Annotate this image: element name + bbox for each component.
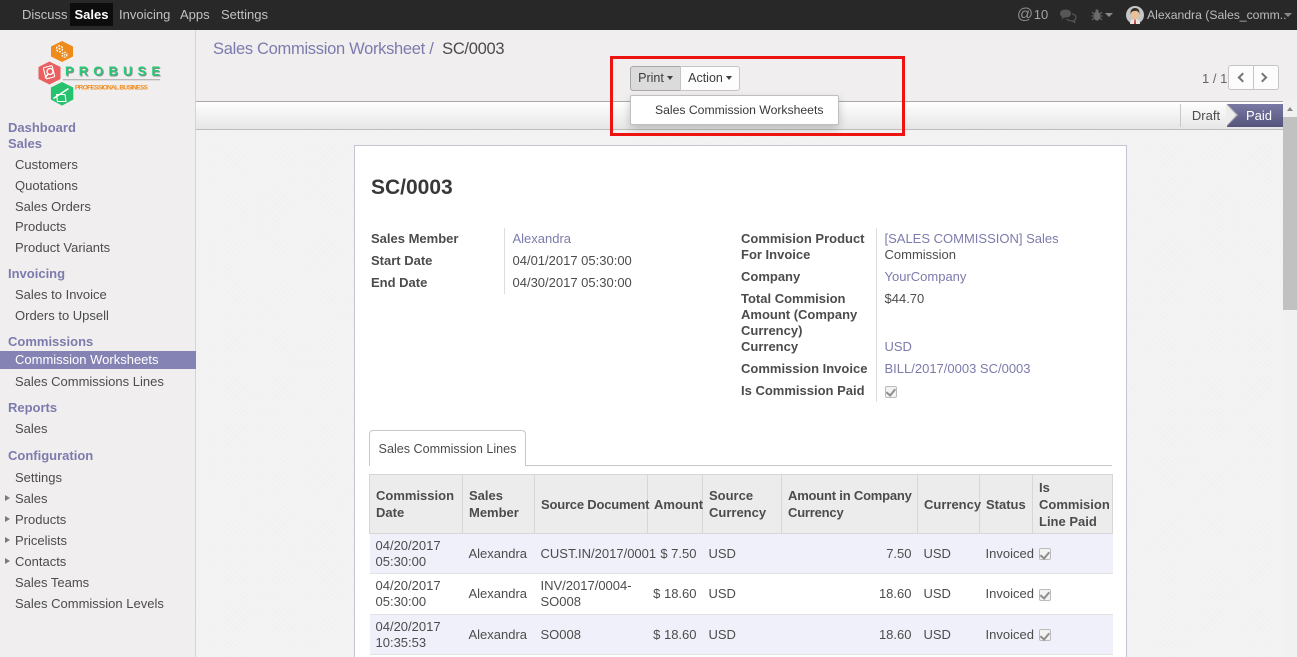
svg-text:PROBUSE: PROBUSE: [65, 64, 160, 79]
svg-text:PROFESSIONAL BUSINESS: PROFESSIONAL BUSINESS: [75, 85, 149, 92]
